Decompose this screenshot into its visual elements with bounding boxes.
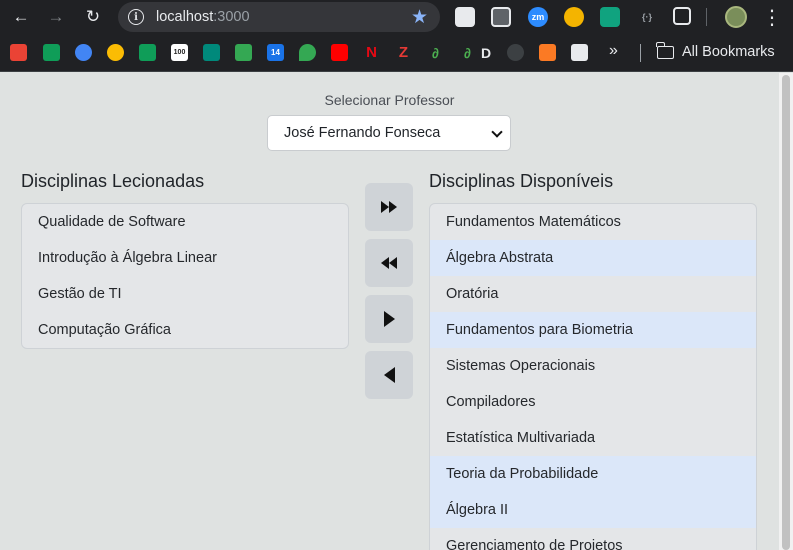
double-arrow-right-icon: [381, 201, 389, 213]
chatgpt-extension-icon[interactable]: [600, 7, 620, 27]
bookmark-d-label[interactable]: D: [480, 44, 492, 61]
google-maps-pin-icon[interactable]: [299, 44, 316, 61]
selected-professor: José Fernando Fonseca: [284, 125, 441, 141]
available-item-selected[interactable]: Álgebra Abstrata: [430, 240, 756, 276]
url-text: localhost:3000: [156, 9, 250, 25]
move-all-right-button[interactable]: [365, 183, 413, 231]
analytics-icon[interactable]: [235, 44, 252, 61]
google-meet-icon[interactable]: [203, 44, 220, 61]
taught-heading: Disciplinas Lecionadas: [21, 171, 205, 191]
google-drive-icon[interactable]: [43, 44, 60, 61]
more-bookmarks-button[interactable]: »: [609, 42, 618, 60]
password-extension-icon[interactable]: [491, 7, 511, 27]
diagram-icon[interactable]: [571, 44, 588, 61]
zoom-extension-icon[interactable]: zm: [528, 7, 548, 27]
chrome-extension-icon[interactable]: [564, 7, 584, 27]
reload-icon[interactable]: ↻: [80, 4, 106, 30]
available-item[interactable]: Gerenciamento de Projetos: [430, 528, 756, 550]
bookmarks-bar: 100 14 N Z ∂ ∂ D » All Bookmarks: [0, 34, 793, 72]
document-extension-icon[interactable]: [455, 7, 475, 27]
toolbar-divider: [706, 8, 707, 26]
available-item[interactable]: Sistemas Operacionais: [430, 348, 756, 384]
folder-icon: [656, 42, 674, 59]
bookmarks-divider: [640, 44, 641, 62]
available-item-selected[interactable]: Álgebra II: [430, 492, 756, 528]
green-leaf-icon-2[interactable]: ∂: [459, 44, 476, 61]
netflix-icon[interactable]: N: [363, 44, 380, 61]
arrow-left-icon: [383, 367, 395, 383]
back-arrow-icon[interactable]: ←: [8, 4, 34, 30]
scrollbar-thumb[interactable]: [782, 75, 790, 550]
apps-grid-icon[interactable]: [10, 44, 27, 61]
address-bar[interactable]: i localhost:3000 ★: [118, 2, 440, 32]
extensions-puzzle-icon[interactable]: [673, 7, 691, 25]
double-arrow-left-icon: [381, 257, 389, 269]
move-all-left-button[interactable]: [365, 239, 413, 287]
available-item[interactable]: Compiladores: [430, 384, 756, 420]
available-item-selected[interactable]: Teoria da Probabilidade: [430, 456, 756, 492]
taught-list: Qualidade de Software Introdução à Álgeb…: [21, 203, 349, 349]
arrow-right-icon: [383, 311, 395, 327]
browser-menu-icon[interactable]: ⋮: [762, 4, 782, 30]
github-icon[interactable]: [507, 44, 524, 61]
taught-item[interactable]: Qualidade de Software: [22, 204, 348, 240]
all-bookmarks-button[interactable]: All Bookmarks: [682, 44, 775, 60]
browser-toolbar: ← → ↻ i localhost:3000 ★ zm {·} ⋮: [0, 0, 793, 34]
taught-item[interactable]: Gestão de TI: [22, 276, 348, 312]
professor-select[interactable]: José Fernando Fonseca: [267, 115, 511, 151]
zotero-icon[interactable]: Z: [395, 44, 412, 61]
forward-arrow-icon[interactable]: →: [43, 4, 69, 30]
green-leaf-icon[interactable]: ∂: [427, 44, 444, 61]
chevron-down-icon: [491, 126, 503, 138]
bookmark-star-icon[interactable]: ★: [411, 6, 428, 29]
xampp-icon[interactable]: [539, 44, 556, 61]
page-content: Selecionar Professor José Fernando Fonse…: [0, 73, 779, 550]
available-item[interactable]: Fundamentos Matemáticos: [430, 204, 756, 240]
move-right-button[interactable]: [365, 295, 413, 343]
available-item[interactable]: Oratória: [430, 276, 756, 312]
available-heading: Disciplinas Disponíveis: [429, 171, 614, 191]
photos-pinwheel-icon[interactable]: [107, 44, 124, 61]
taught-item[interactable]: Introdução à Álgebra Linear: [22, 240, 348, 276]
move-left-button[interactable]: [365, 351, 413, 399]
json-extension-icon[interactable]: {·}: [637, 7, 657, 27]
available-item-selected[interactable]: Fundamentos para Biometria: [430, 312, 756, 348]
people-icon[interactable]: [75, 44, 92, 61]
select-professor-label: Selecionar Professor: [324, 92, 455, 108]
taught-item[interactable]: Computação Gráfica: [22, 312, 348, 348]
classroom-icon[interactable]: [139, 44, 156, 61]
site-info-icon[interactable]: i: [128, 9, 144, 25]
profile-avatar[interactable]: [725, 6, 747, 28]
available-item[interactable]: Estatística Multivariada: [430, 420, 756, 456]
hundred-calendar-icon[interactable]: 100: [171, 44, 188, 61]
youtube-icon[interactable]: [331, 44, 348, 61]
available-list: Fundamentos Matemáticos Álgebra Abstrata…: [429, 203, 757, 550]
google-calendar-icon[interactable]: 14: [267, 44, 284, 61]
